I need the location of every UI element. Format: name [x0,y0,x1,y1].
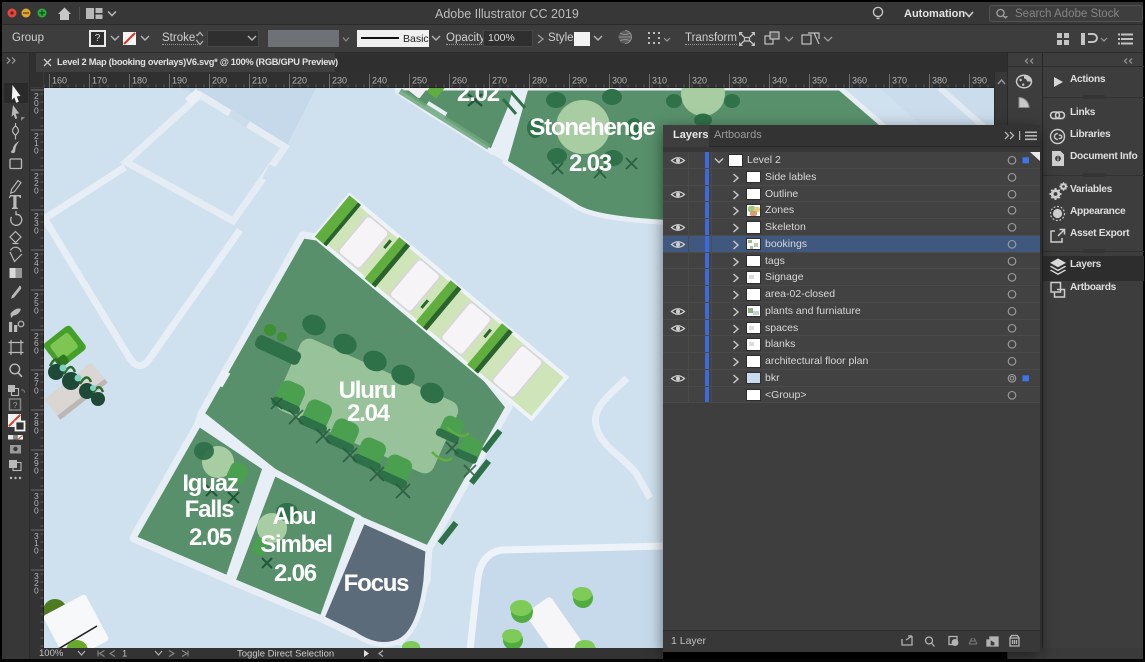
svg-text:270: 270 [492,76,507,86]
svg-text:250: 250 [412,76,427,86]
svg-text:?: ? [13,400,18,410]
svg-text:350: 350 [812,76,827,86]
svg-text:0: 0 [34,305,39,315]
svg-text:0: 0 [34,225,39,235]
svg-text:260: 260 [452,76,467,86]
svg-text:0: 0 [34,385,39,395]
svg-text:Toggle Direct Selection: Toggle Direct Selection [237,649,334,660]
svg-text:280: 280 [532,76,547,86]
svg-text:0: 0 [34,145,39,155]
svg-text:Stonehenge: Stonehenge [529,114,655,141]
svg-text:360: 360 [852,76,867,86]
svg-text:Iguaz: Iguaz [182,470,239,497]
svg-text:0: 0 [34,585,39,595]
svg-text:240: 240 [372,76,387,86]
svg-text:2.06: 2.06 [274,560,317,587]
svg-text:1: 1 [122,649,127,660]
svg-text:330: 330 [732,76,747,86]
svg-text:170: 170 [92,76,107,86]
svg-text:340: 340 [772,76,787,86]
svg-text:Focus: Focus [344,570,410,597]
svg-text:370: 370 [892,76,907,86]
svg-text:2.04: 2.04 [347,400,391,427]
svg-text:290: 290 [572,76,587,86]
svg-text:380: 380 [932,76,947,86]
svg-text:0: 0 [34,345,39,355]
svg-text:180: 180 [132,76,147,86]
svg-text:0: 0 [34,425,39,435]
svg-text:310: 310 [652,76,667,86]
svg-text:210: 210 [252,76,267,86]
svg-text:0: 0 [34,105,39,115]
svg-text:0: 0 [34,465,39,475]
svg-text:Falls: Falls [185,496,235,523]
svg-text:320: 320 [692,76,707,86]
svg-text:190: 190 [172,76,187,86]
svg-text:0: 0 [34,545,39,555]
svg-text:Simbel: Simbel [260,531,332,558]
svg-text:390: 390 [972,76,987,86]
svg-text:2.02: 2.02 [457,88,500,107]
svg-text:200: 200 [212,76,227,86]
svg-text:230: 230 [332,76,347,86]
svg-text:300: 300 [612,76,627,86]
svg-text:Abu: Abu [272,503,316,530]
svg-text:0: 0 [34,265,39,275]
svg-text:0: 0 [34,505,39,515]
svg-text:160: 160 [52,76,67,86]
svg-text:220: 220 [292,76,307,86]
svg-text:2.03: 2.03 [569,150,612,177]
svg-text:0: 0 [34,185,39,195]
svg-text:2.05: 2.05 [189,524,232,551]
